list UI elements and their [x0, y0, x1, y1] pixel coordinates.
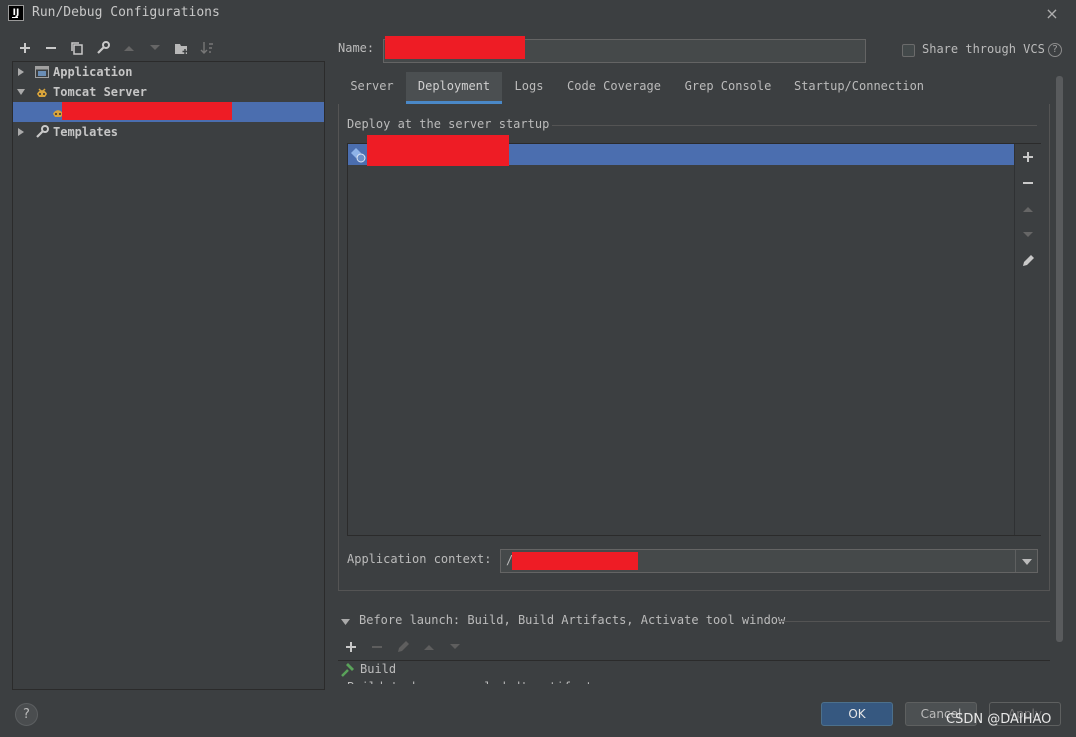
copy-configuration-button[interactable] [68, 39, 86, 57]
share-vcs-label: Share through VCS [922, 42, 1045, 56]
move-down-button[interactable] [146, 39, 164, 57]
tree-item-label: Tomcat Server [53, 85, 147, 99]
redacted-context-value [512, 552, 638, 570]
add-configuration-button[interactable] [16, 39, 34, 57]
tree-item-tomcat-config[interactable] [13, 102, 324, 122]
hammer-icon [341, 663, 354, 677]
tree-item-application[interactable]: Application [13, 62, 324, 82]
move-down-before-launch-button[interactable] [447, 639, 463, 655]
tab-deployment[interactable]: Deployment [406, 72, 502, 104]
window-title: Run/Debug Configurations [32, 5, 220, 20]
help-button[interactable]: ? [15, 703, 38, 726]
tab-code-coverage[interactable]: Code Coverage [562, 72, 666, 104]
tree-item-tomcat-server[interactable]: Tomcat Server [13, 82, 324, 102]
deploy-artifact-list[interactable] [347, 143, 1041, 536]
before-launch-item[interactable]: Build 'web: war exploded' artifact [347, 680, 593, 684]
move-artifact-down-button[interactable] [1020, 227, 1036, 243]
close-icon[interactable]: × [1044, 4, 1060, 23]
add-icon [20, 43, 30, 53]
tab-startup-connection[interactable]: Startup/Connection [790, 72, 928, 104]
new-folder-button[interactable] [172, 39, 190, 57]
tree-item-templates[interactable]: Templates [13, 122, 324, 142]
tree-item-label: Templates [53, 125, 119, 139]
help-icon[interactable]: ? [1048, 43, 1062, 57]
sort-button[interactable] [198, 39, 216, 57]
application-context-label: Application context: [347, 552, 492, 566]
edit-before-launch-button[interactable] [395, 639, 411, 655]
remove-icon [372, 646, 382, 648]
vertical-scrollbar[interactable] [1056, 76, 1063, 642]
copy-icon [71, 42, 83, 55]
section-divider [552, 125, 1037, 126]
edit-icon [398, 641, 409, 652]
move-up-button[interactable] [120, 39, 138, 57]
collapse-arrow-icon[interactable] [17, 89, 25, 95]
move-down-icon [1023, 232, 1033, 237]
deploy-section-title: Deploy at the server startup [347, 117, 550, 131]
remove-icon [1023, 182, 1033, 184]
move-up-before-launch-button[interactable] [421, 639, 437, 655]
wrench-icon [97, 41, 110, 54]
move-down-icon [450, 644, 460, 649]
expand-arrow-icon[interactable] [18, 128, 24, 136]
move-up-icon [124, 46, 134, 51]
wrench-icon [36, 125, 49, 138]
tab-logs[interactable]: Logs [505, 72, 553, 104]
artifact-icon [351, 148, 366, 163]
remove-artifact-button[interactable] [1020, 175, 1036, 191]
intellij-app-icon: IJ [8, 5, 24, 21]
edit-icon [1023, 255, 1034, 266]
tomcat-icon [37, 88, 47, 97]
redacted-name-value [385, 36, 525, 59]
remove-configuration-button[interactable] [42, 39, 60, 57]
add-icon [346, 642, 356, 652]
edit-templates-button[interactable] [94, 39, 112, 57]
expand-arrow-icon[interactable] [18, 68, 24, 76]
move-down-icon [150, 45, 160, 50]
redacted-config-name [62, 102, 232, 120]
edit-artifact-button[interactable] [1020, 253, 1036, 269]
sort-icon [200, 42, 213, 54]
remove-icon [46, 47, 56, 49]
before-launch-title: Before launch: Build, Build Artifacts, A… [359, 613, 786, 627]
redacted-artifact-name [367, 135, 509, 166]
section-divider [778, 621, 1050, 622]
tab-grep-console[interactable]: Grep Console [680, 72, 776, 104]
tab-server[interactable]: Server [340, 72, 404, 104]
add-artifact-button[interactable] [1020, 149, 1036, 165]
name-label: Name: [338, 41, 375, 55]
configuration-tree[interactable]: Application Tomcat Server Templates [12, 61, 325, 690]
tree-item-label: Application [53, 65, 133, 79]
share-vcs-checkbox[interactable] [902, 44, 915, 57]
chevron-down-icon [1022, 559, 1032, 565]
remove-before-launch-button[interactable] [369, 639, 385, 655]
ok-button[interactable]: OK [821, 702, 893, 726]
add-before-launch-button[interactable] [343, 639, 359, 655]
application-icon [35, 66, 49, 78]
context-dropdown-button[interactable] [1015, 550, 1038, 572]
move-up-icon [1023, 207, 1033, 212]
move-up-icon [424, 645, 434, 650]
move-artifact-up-button[interactable] [1020, 201, 1036, 217]
new-folder-icon [174, 43, 187, 54]
before-launch-item[interactable]: Build [360, 662, 396, 676]
csdn-watermark: CSDN @DAIHAO [946, 712, 1052, 727]
add-icon [1023, 152, 1033, 162]
collapse-arrow-icon[interactable] [341, 619, 350, 625]
